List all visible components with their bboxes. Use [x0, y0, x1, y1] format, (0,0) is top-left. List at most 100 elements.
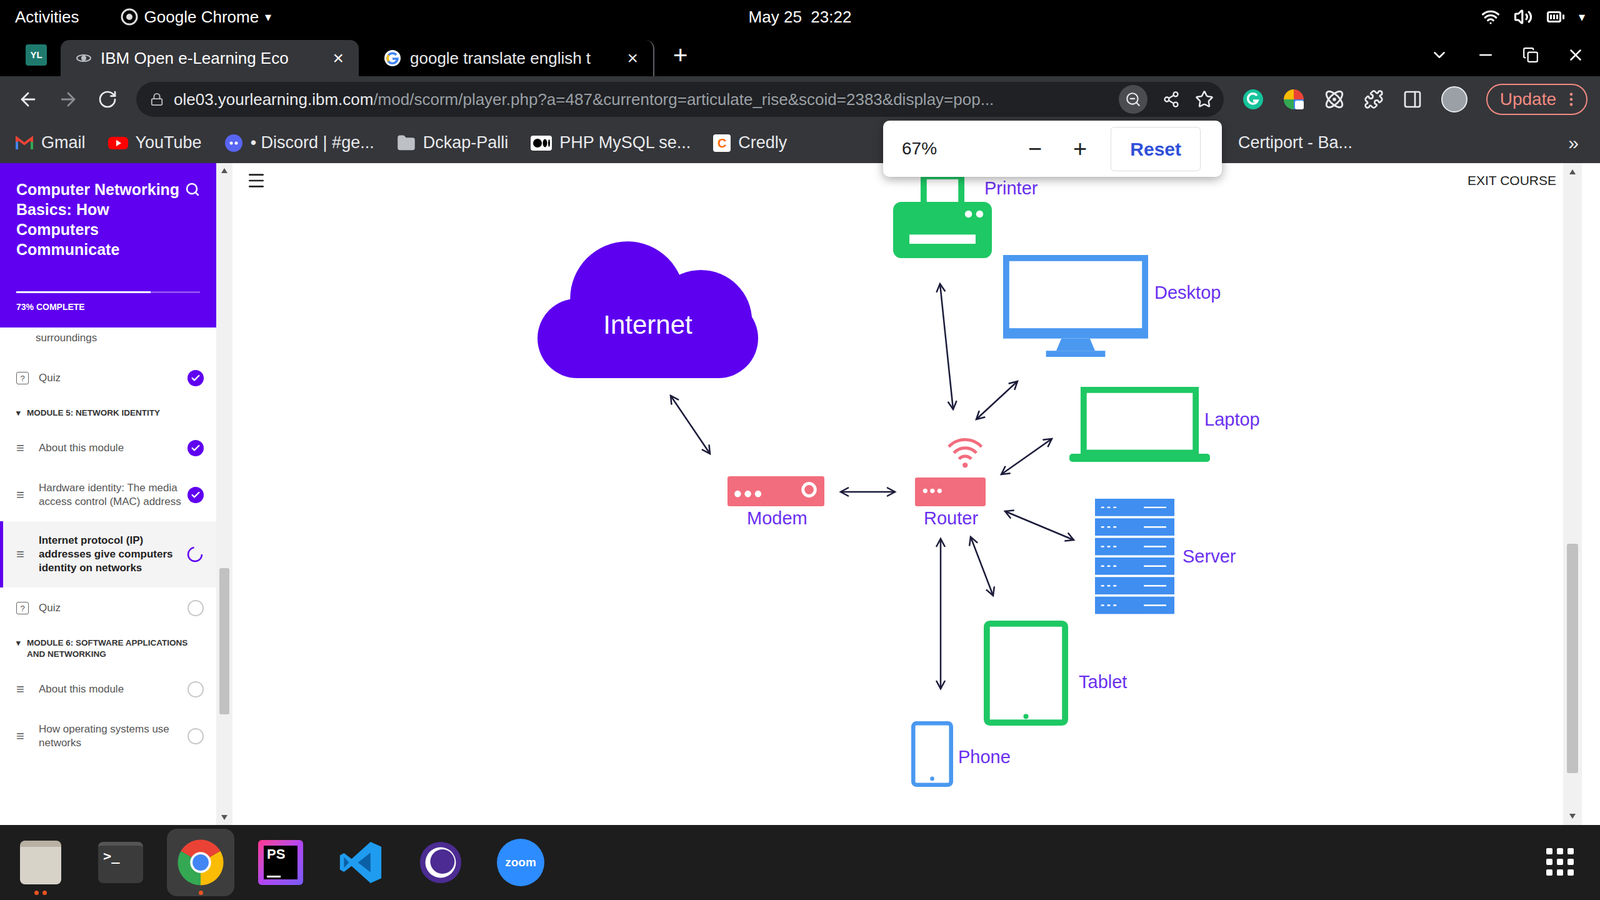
lesson-item[interactable]: surroundings	[0, 327, 217, 358]
scroll-up-icon[interactable]	[1569, 169, 1576, 175]
tab-close-button[interactable]: ×	[626, 48, 639, 68]
url-text[interactable]: ole03.yourlearning.ibm.com/mod/scorm/pla…	[173, 87, 1109, 112]
node-label: Desktop	[1154, 281, 1221, 304]
wifi-icon[interactable]	[1481, 7, 1500, 27]
restore-icon[interactable]	[1522, 46, 1539, 64]
extensions-icon[interactable]	[1363, 89, 1384, 110]
zoom-icon: zoom	[496, 838, 545, 887]
completed-icon	[187, 440, 204, 457]
lesson-item[interactable]: ?Quiz	[0, 357, 217, 399]
clock[interactable]: May 25 23:22	[538, 5, 1062, 30]
zoom-plus-button[interactable]: +	[1065, 136, 1095, 161]
search-icon[interactable]	[185, 181, 200, 197]
reload-icon[interactable]	[97, 89, 118, 110]
app-menu[interactable]: Google Chrome▾	[120, 5, 272, 30]
new-tab-button[interactable]: +	[673, 42, 688, 68]
dock-app[interactable]	[406, 828, 475, 897]
tab-search-icon[interactable]	[1430, 45, 1449, 65]
omnibox[interactable]: ole03.yourlearning.ibm.com/mod/scorm/pla…	[136, 81, 1224, 117]
network-diagram: InternetModemRouterPrinterDesktopLaptopS…	[232, 163, 1600, 825]
minimize-icon[interactable]	[1476, 45, 1495, 65]
close-window-icon[interactable]	[1566, 45, 1585, 65]
browser-tab[interactable]: IBM Open e-Learning Eco×	[60, 40, 359, 77]
lesson-item[interactable]: ≡About this module	[0, 668, 217, 710]
color-picker-extension-icon[interactable]	[1282, 88, 1305, 111]
dock-app[interactable]: >_	[86, 828, 155, 897]
activities-button[interactable]: Activities	[15, 5, 80, 30]
lesson-item[interactable]: ≡How operating systems use networks	[0, 710, 217, 763]
running-indicator	[34, 890, 39, 895]
bookmark-item[interactable]: • Discord | #ge...	[224, 130, 375, 156]
bookmark-item[interactable]: CCredly	[713, 130, 787, 156]
grammarly-icon[interactable]	[1242, 88, 1264, 110]
scroll-down-icon[interactable]	[221, 815, 228, 820]
menu-icon[interactable]	[246, 170, 267, 191]
sidebar-scrollbar[interactable]	[216, 163, 233, 825]
tab-close-button[interactable]: ×	[332, 48, 344, 68]
battery-icon[interactable]	[1546, 7, 1565, 27]
lesson-item[interactable]: ?Quiz	[0, 587, 217, 629]
content-scroll-thumb[interactable]	[1566, 543, 1579, 774]
bookmark-item[interactable]: Gmail	[15, 130, 86, 156]
side-panel-icon[interactable]	[1402, 89, 1423, 110]
content-scrollbar[interactable]	[1563, 163, 1582, 825]
lesson-item[interactable]: ≡Hardware identity: The media access con…	[0, 468, 217, 522]
lesson-icon: ≡	[16, 547, 25, 562]
share-icon[interactable]	[1162, 90, 1180, 109]
chrome-menu-icon	[1562, 90, 1580, 109]
react-devtools-icon[interactable]	[1323, 88, 1345, 110]
connection-arrow	[976, 381, 1018, 420]
scroll-down-icon[interactable]	[1569, 813, 1576, 819]
not-started-icon	[187, 600, 204, 617]
lesson-icon: ≡	[16, 682, 25, 697]
volume-icon[interactable]	[1513, 7, 1533, 27]
dock-app[interactable]	[326, 828, 395, 897]
zoom-minus-button[interactable]: −	[1020, 136, 1050, 161]
exit-course-button[interactable]: EXIT COURSE	[1467, 170, 1557, 191]
completed-icon	[187, 370, 204, 387]
dock-app[interactable]	[166, 828, 235, 897]
sidebar-scroll-thumb[interactable]	[219, 568, 230, 715]
dock-app[interactable]: PS	[246, 828, 315, 897]
lock-icon[interactable]	[150, 92, 164, 107]
diagram-node	[983, 620, 1069, 726]
medium-icon	[530, 135, 552, 151]
completed-icon	[187, 486, 204, 504]
cloud-icon	[537, 239, 759, 379]
module-header[interactable]: ▾MODULE 5: NETWORK IDENTITY	[0, 398, 217, 428]
dock-app[interactable]: zoom	[486, 828, 555, 897]
discord-icon	[224, 133, 244, 153]
bookmark-item[interactable]: PHP MySQL se...	[530, 130, 691, 156]
laptop-icon	[1069, 386, 1210, 462]
lesson-list: surroundings?Quiz▾MODULE 5: NETWORK IDEN…	[0, 327, 217, 825]
bookmark-item[interactable]: YouTube	[108, 130, 202, 156]
lesson-item[interactable]: ≡About this module	[0, 427, 217, 469]
system-menu-button[interactable]: ▾	[1578, 7, 1585, 27]
dock: >_ PS zoom	[0, 825, 1600, 900]
diagram-node	[915, 434, 986, 507]
module-header[interactable]: ▾MODULE 6: SOFTWARE APPLICATIONS AND NET…	[0, 628, 217, 669]
not-started-icon	[187, 681, 204, 698]
zoom-out-icon	[1125, 91, 1142, 108]
forward-icon[interactable]	[57, 88, 79, 110]
browser-tab[interactable]: google translate english t×	[368, 40, 655, 77]
bookmark-item[interactable]: Dckap-Palli	[396, 130, 509, 156]
lesson-item[interactable]: ≡Internet protocol (IP) addresses give c…	[0, 521, 217, 588]
update-button[interactable]: Update	[1486, 83, 1588, 115]
dock-app[interactable]	[6, 828, 75, 897]
google-favicon	[383, 49, 402, 67]
scroll-up-icon[interactable]	[221, 168, 228, 174]
zoom-indicator[interactable]	[1118, 85, 1148, 114]
modem-icon	[727, 476, 825, 507]
bookmark-item[interactable]: Certiport - Ba...	[1238, 130, 1353, 156]
bookmark-star-icon[interactable]	[1195, 90, 1214, 109]
chrome-app-icon	[120, 8, 139, 26]
app-launcher-icon[interactable]: YL	[25, 44, 47, 66]
quiz-icon: ?	[16, 601, 29, 615]
show-apps-icon[interactable]	[1546, 848, 1575, 877]
back-icon[interactable]	[17, 88, 39, 110]
lesson-icon: ≡	[16, 441, 25, 455]
more-bookmarks-button[interactable]: »	[1568, 128, 1579, 157]
zoom-reset-button[interactable]: Reset	[1110, 126, 1201, 172]
profile-avatar-icon[interactable]	[1441, 86, 1468, 113]
